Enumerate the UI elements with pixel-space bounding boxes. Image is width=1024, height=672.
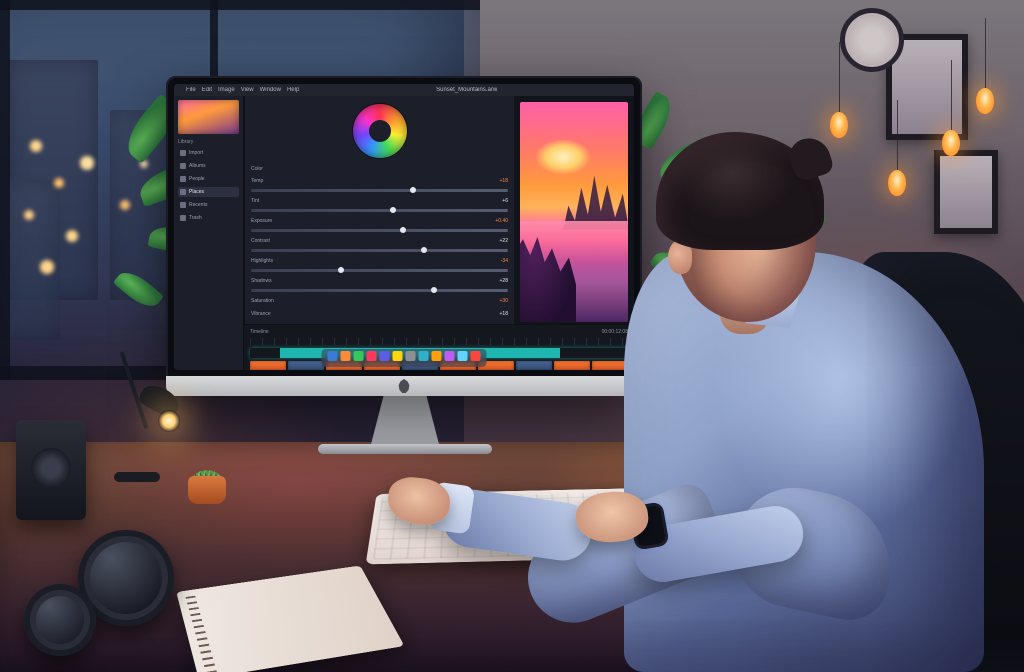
side-places[interactable]: Places (178, 187, 239, 197)
places-icon (180, 189, 186, 195)
left-panel: Library Import Albums People Places Rece… (174, 96, 244, 370)
ctrl-exposure[interactable]: Exposure+0.40 (251, 216, 508, 225)
left-panel-section: Library (178, 139, 239, 145)
dock-app-4[interactable] (380, 351, 390, 361)
dock-app-7[interactable] (419, 351, 429, 361)
camera-lens-small (24, 584, 96, 656)
monitor-foot (318, 444, 492, 454)
ctrl-vibrance[interactable]: Vibrance+18 (251, 309, 508, 318)
adjustments-header: Color (251, 166, 508, 172)
menu-image[interactable]: Image (218, 87, 235, 93)
macos-dock[interactable] (322, 349, 487, 367)
thumbnail-preview[interactable] (178, 100, 239, 134)
side-trash[interactable]: Trash (178, 213, 239, 223)
ctrl-saturation[interactable]: Saturation+30 (251, 296, 508, 305)
slider-highlights[interactable] (251, 269, 508, 272)
menu-view[interactable]: View (241, 87, 254, 93)
dock-app-3[interactable] (367, 351, 377, 361)
desk-speaker (16, 420, 86, 520)
timeline-label: Timeline (250, 329, 269, 335)
side-recents[interactable]: Recents (178, 200, 239, 210)
dock-app-9[interactable] (445, 351, 455, 361)
side-import[interactable]: Import (178, 148, 239, 158)
ctrl-tint[interactable]: Tint+6 (251, 196, 508, 205)
slider-contrast[interactable] (251, 249, 508, 252)
ctrl-shadows[interactable]: Shadows+28 (251, 276, 508, 285)
wall-clock (840, 8, 904, 72)
desk-plant-small (182, 452, 232, 504)
menu-edit[interactable]: Edit (202, 87, 212, 93)
dock-app-6[interactable] (406, 351, 416, 361)
document-title: Sunset_Mountains.arw (436, 87, 497, 93)
workspace-scene: File Edit Image View Window Help Sunset_… (0, 0, 1024, 672)
dock-app-0[interactable] (328, 351, 338, 361)
menu-window[interactable]: Window (260, 87, 281, 93)
person-hair (656, 132, 824, 250)
recents-icon (180, 202, 186, 208)
monitor-stand (370, 394, 440, 448)
dock-app-2[interactable] (354, 351, 364, 361)
slider-shadows[interactable] (251, 289, 508, 292)
slider-tint[interactable] (251, 209, 508, 212)
side-people[interactable]: People (178, 174, 239, 184)
person (544, 112, 984, 672)
color-wheel[interactable] (353, 104, 407, 158)
albums-icon (180, 163, 186, 169)
people-icon (180, 176, 186, 182)
dock-app-10[interactable] (458, 351, 468, 361)
menu-file[interactable]: File (186, 87, 196, 93)
adjustments-panel: Color Temp+18 .mini-slider::after{left:v… (244, 96, 514, 324)
macos-menubar[interactable]: File Edit Image View Window Help Sunset_… (174, 84, 634, 96)
side-albums[interactable]: Albums (178, 161, 239, 171)
hanging-bulb-4 (976, 88, 994, 114)
trash-icon (180, 215, 186, 221)
apple-logo-icon (398, 379, 410, 393)
import-icon (180, 150, 186, 156)
ctrl-contrast[interactable]: Contrast+22 (251, 236, 508, 245)
slider-temp[interactable]: .mini-slider::after{left:var(--p,50%)} (251, 189, 508, 192)
dock-app-5[interactable] (393, 351, 403, 361)
dock-app-11[interactable] (471, 351, 481, 361)
dock-app-1[interactable] (341, 351, 351, 361)
dock-app-8[interactable] (432, 351, 442, 361)
slider-exposure[interactable] (251, 229, 508, 232)
ctrl-highlights[interactable]: Highlights-34 (251, 256, 508, 265)
ctrl-temp[interactable]: Temp+18 (251, 176, 508, 185)
menu-help[interactable]: Help (287, 87, 299, 93)
desk-lamp (114, 332, 184, 482)
